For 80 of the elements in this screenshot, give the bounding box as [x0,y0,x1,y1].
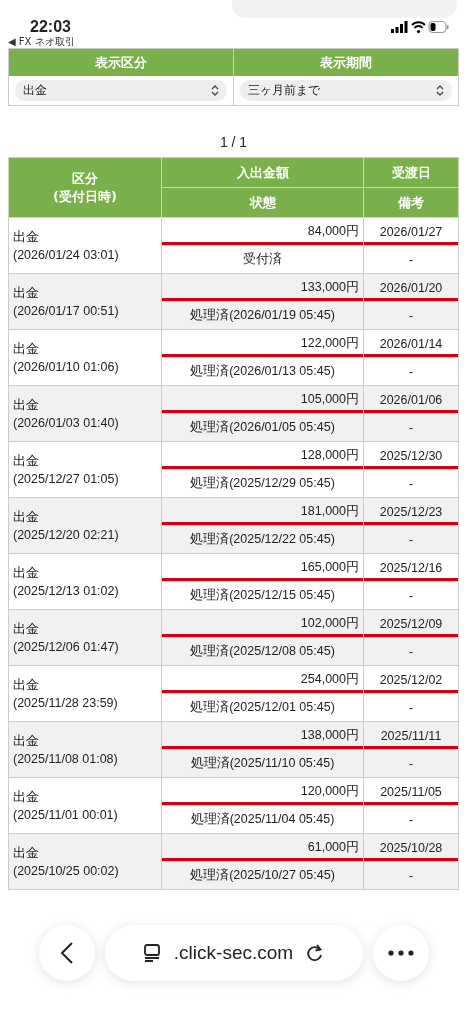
status-cell: 処理済(2025/12/15 05:45) [161,581,364,610]
table-cell: 出金 (2025/12/20 02:21) [8,497,162,554]
column-header: 区分 (受付日時) [8,157,162,218]
note-cell: - [363,301,459,330]
table-cell: 出金 (2026/01/03 01:40) [8,385,162,442]
date-cell: 2026/01/27 [363,217,459,246]
note-cell: - [363,245,459,274]
note-cell: - [363,525,459,554]
date-cell: 2025/12/09 [363,609,459,638]
note-cell: - [363,749,459,778]
date-cell: 2025/11/11 [363,721,459,750]
select-field[interactable]: 三ヶ月前まで [240,80,452,101]
status-cell: 処理済(2025/12/01 05:45) [161,693,364,722]
date-cell: 2025/10/28 [363,833,459,862]
amount-cell: 120,000円 [161,777,364,806]
filter-header: 表示期間 [234,49,458,76]
table-cell: 出金 (2026/01/24 03:01) [8,217,162,274]
note-cell: - [363,581,459,610]
note-cell: - [363,413,459,442]
amount-cell: 254,000円 [161,665,364,694]
column-header: 状態 [161,187,364,218]
column-header: 入出金額 [161,157,364,188]
status-cell: 受付済 [161,245,364,274]
amount-cell: 102,000円 [161,609,364,638]
status-cell: 処理済(2026/01/19 05:45) [161,301,364,330]
note-cell: - [363,637,459,666]
table-cell: 出金 (2025/10/25 00:02) [8,833,162,890]
note-cell: - [363,693,459,722]
note-cell: - [363,357,459,386]
status-cell: 処理済(2025/12/29 05:45) [161,469,364,498]
status-cell: 処理済(2025/12/08 05:45) [161,637,364,666]
note-cell: - [363,861,459,890]
date-cell: 2025/11/05 [363,777,459,806]
status-cell: 処理済(2026/01/05 05:45) [161,413,364,442]
status-cell: 処理済(2025/10/27 05:45) [161,861,364,890]
status-cell: 処理済(2025/11/04 05:45) [161,805,364,834]
date-cell: 2026/01/06 [363,385,459,414]
tabs-icon [141,943,162,963]
date-cell: 2025/12/30 [363,441,459,470]
url-text: .click-sec.com [173,942,294,964]
amount-cell: 105,000円 [161,385,364,414]
amount-cell: 122,000円 [161,329,364,358]
table-cell: 出金 (2025/12/27 01:05) [8,441,162,498]
back-link[interactable]: ◀ FX ネオ取引 [0,36,467,48]
table-cell: 出金 (2025/11/08 01:08) [8,721,162,778]
table-cell: 出金 (2025/12/13 01:02) [8,553,162,610]
note-cell: - [363,469,459,498]
more-icon [387,950,414,956]
amount-cell: 61,000円 [161,833,364,862]
date-cell: 2026/01/20 [363,273,459,302]
filter-header: 表示区分 [9,49,233,76]
amount-cell: 181,000円 [161,497,364,526]
status-icons [391,20,449,34]
chevron-icon [436,85,444,96]
amount-cell: 133,000円 [161,273,364,302]
table-cell: 出金 (2026/01/17 00:51) [8,273,162,330]
amount-cell: 128,000円 [161,441,364,470]
amount-cell: 138,000円 [161,721,364,750]
page-indicator: 1 / 1 [218,134,249,150]
status-cell: 処理済(2026/01/13 05:45) [161,357,364,386]
column-header: 備考 [363,187,459,218]
chevron-icon [211,85,219,96]
column-header: 受渡日 [363,157,459,188]
note-cell: - [363,805,459,834]
table-cell: 出金 (2025/12/06 01:47) [8,609,162,666]
select-field[interactable]: 出金 [15,80,227,101]
date-cell: 2025/12/16 [363,553,459,582]
status-time: 22:03 [30,18,71,36]
date-cell: 2025/12/23 [363,497,459,526]
address-bar[interactable]: .click-sec.com [104,925,363,981]
date-cell: 2025/12/02 [363,665,459,694]
date-cell: 2026/01/14 [363,329,459,358]
amount-cell: 84,000円 [161,217,364,246]
chevron-left-icon [59,941,74,965]
amount-cell: 165,000円 [161,553,364,582]
status-cell: 処理済(2025/12/22 05:45) [161,525,364,554]
table-cell: 出金 (2026/01/10 01:06) [8,329,162,386]
table-cell: 出金 (2025/11/01 00:01) [8,777,162,834]
table-cell: 出金 (2025/11/28 23:59) [8,665,162,722]
status-cell: 処理済(2025/11/10 05:45) [161,749,364,778]
